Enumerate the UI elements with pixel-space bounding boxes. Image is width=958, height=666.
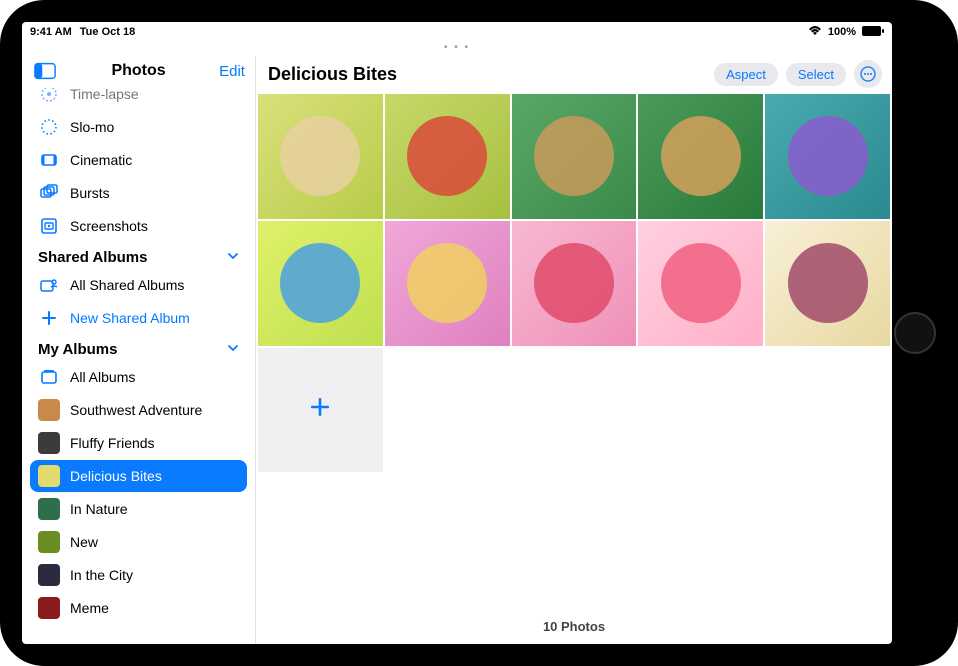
sidebar-item-label: Slo-mo: [70, 119, 114, 135]
sidebar-item-bursts[interactable]: Bursts: [30, 177, 247, 209]
sidebar-item-all-albums[interactable]: All Albums: [30, 361, 247, 393]
shared-album-icon: [38, 274, 60, 296]
bursts-icon: [38, 182, 60, 204]
sidebar: Photos Edit Time-lapse Slo-mo Cinematic Bur…: [22, 56, 256, 644]
sidebar-item-label: All Shared Albums: [70, 277, 184, 293]
slomo-icon: [38, 116, 60, 138]
status-date: Tue Oct 18: [80, 26, 135, 38]
status-time: 9:41 AM: [30, 26, 72, 38]
sidebar-item-label: Fluffy Friends: [70, 435, 155, 451]
album-thumbnail: [38, 498, 60, 520]
section-shared-albums[interactable]: Shared Albums: [26, 243, 251, 268]
status-bar: 9:41 AM Tue Oct 18 100%: [22, 22, 892, 42]
sidebar-toggle-button[interactable]: [32, 60, 58, 82]
photo-thumbnail[interactable]: [765, 221, 890, 346]
sidebar-item-delicious-bites[interactable]: Delicious Bites: [30, 460, 247, 492]
multitask-dots-icon[interactable]: • • •: [22, 42, 892, 56]
album-thumbnail: [38, 465, 60, 487]
sidebar-item-label: New Shared Album: [70, 310, 190, 326]
photo-count: 10 Photos: [256, 601, 892, 644]
add-photo-button[interactable]: [258, 348, 383, 473]
photo-grid: [256, 94, 892, 472]
ellipsis-icon: [860, 66, 876, 82]
album-thumbnail: [38, 432, 60, 454]
sidebar-item-label: Delicious Bites: [70, 468, 162, 484]
sidebar-item-time-lapse[interactable]: Time-lapse: [30, 88, 247, 110]
sidebar-item-fluffy-friends[interactable]: Fluffy Friends: [30, 427, 247, 459]
photo-thumbnail[interactable]: [258, 94, 383, 219]
sidebar-item-label: In the City: [70, 567, 133, 583]
sidebar-item-southwest-adventure[interactable]: Southwest Adventure: [30, 394, 247, 426]
sidebar-item-cinematic[interactable]: Cinematic: [30, 144, 247, 176]
sidebar-item-in-the-city[interactable]: In the City: [30, 559, 247, 591]
select-button[interactable]: Select: [786, 63, 846, 86]
plus-icon: [38, 307, 60, 329]
sidebar-item-label: New: [70, 534, 98, 550]
edit-button[interactable]: Edit: [219, 63, 245, 80]
sidebar-item-screenshots[interactable]: Screenshots: [30, 210, 247, 242]
photo-thumbnail[interactable]: [638, 94, 763, 219]
album-thumbnail: [38, 399, 60, 421]
aspect-button[interactable]: Aspect: [714, 63, 778, 86]
sidebar-item-all-shared-albums[interactable]: All Shared Albums: [30, 269, 247, 301]
photo-thumbnail[interactable]: [765, 94, 890, 219]
sidebar-item-label: Bursts: [70, 185, 110, 201]
photo-thumbnail[interactable]: [512, 221, 637, 346]
cinematic-icon: [38, 149, 60, 171]
sidebar-item-new-shared-album[interactable]: New Shared Album: [30, 302, 247, 334]
album-title: Delicious Bites: [268, 64, 397, 85]
photo-thumbnail[interactable]: [385, 221, 510, 346]
sidebar-item-label: Cinematic: [70, 152, 132, 168]
album-thumbnail: [38, 531, 60, 553]
sidebar-item-in-nature[interactable]: In Nature: [30, 493, 247, 525]
battery-icon: [862, 26, 884, 39]
sidebar-item-label: Southwest Adventure: [70, 402, 202, 418]
albums-icon: [38, 366, 60, 388]
home-button[interactable]: [894, 312, 936, 354]
photo-thumbnail[interactable]: [258, 221, 383, 346]
plus-icon: [307, 394, 333, 427]
sidebar-title: Photos: [111, 62, 165, 80]
photo-thumbnail[interactable]: [638, 221, 763, 346]
sidebar-item-label: In Nature: [70, 501, 128, 517]
section-my-albums[interactable]: My Albums: [26, 335, 251, 360]
photo-thumbnail[interactable]: [512, 94, 637, 219]
sidebar-item-meme[interactable]: Meme: [30, 592, 247, 624]
chevron-down-icon: [227, 342, 239, 357]
album-thumbnail: [38, 564, 60, 586]
photo-thumbnail[interactable]: [385, 94, 510, 219]
screenshots-icon: [38, 215, 60, 237]
sidebar-scroll[interactable]: Time-lapse Slo-mo Cinematic Bursts Screensho…: [22, 88, 255, 644]
main-content: Delicious Bites Aspect Select 10 Photos: [256, 56, 892, 644]
sidebar-item-new[interactable]: New: [30, 526, 247, 558]
sidebar-item-label: Meme: [70, 600, 109, 616]
sidebar-item-label: Screenshots: [70, 218, 148, 234]
chevron-down-icon: [227, 250, 239, 265]
wifi-icon: [808, 26, 822, 39]
more-button[interactable]: [854, 60, 882, 88]
sidebar-item-label: Time-lapse: [70, 88, 139, 102]
album-thumbnail: [38, 597, 60, 619]
sidebar-item-label: All Albums: [70, 369, 135, 385]
battery-percent: 100%: [828, 26, 856, 38]
sidebar-item-slo-mo[interactable]: Slo-mo: [30, 111, 247, 143]
timelapse-icon: [38, 88, 60, 105]
